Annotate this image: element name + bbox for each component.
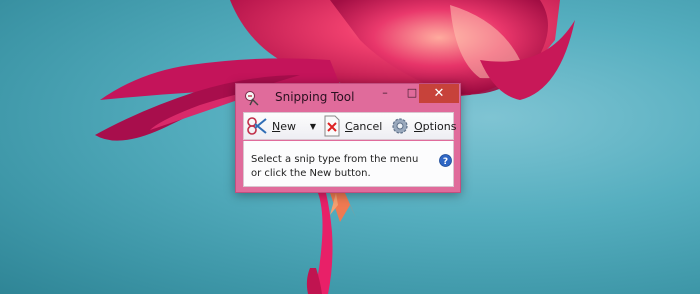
snipping-tool-window: Snipping Tool – □ ✕ New ▼ Cancel Options… bbox=[235, 83, 461, 193]
svg-text:?: ? bbox=[443, 157, 448, 167]
message-area: Select a snip type from the menu or clic… bbox=[243, 141, 454, 187]
minimize-button[interactable]: – bbox=[372, 85, 398, 103]
title-bar[interactable]: Snipping Tool – □ ✕ bbox=[236, 84, 460, 110]
new-button[interactable]: New bbox=[246, 113, 296, 139]
close-button[interactable]: ✕ bbox=[419, 84, 459, 103]
cancel-x-icon bbox=[324, 115, 340, 137]
gear-icon bbox=[392, 118, 408, 134]
options-button-label: Options bbox=[414, 119, 457, 133]
message-line-1: Select a snip type from the menu bbox=[251, 154, 419, 165]
snipping-tool-icon bbox=[245, 91, 259, 106]
options-button[interactable]: Options bbox=[390, 113, 456, 139]
toolbar: New ▼ Cancel Options bbox=[243, 112, 456, 140]
help-icon[interactable]: ? bbox=[439, 154, 452, 167]
window-title: Snipping Tool bbox=[275, 90, 355, 104]
new-button-label: New bbox=[272, 119, 296, 133]
new-dropdown-arrow[interactable]: ▼ bbox=[307, 113, 319, 139]
cancel-button-label: Cancel bbox=[345, 119, 383, 133]
instruction-message: Select a snip type from the menu or clic… bbox=[251, 153, 431, 181]
desktop-wallpaper: Snipping Tool – □ ✕ New ▼ Cancel Options… bbox=[0, 0, 700, 294]
cancel-button[interactable]: Cancel bbox=[323, 113, 382, 139]
message-line-2: or click the New button. bbox=[251, 168, 371, 179]
scissors-icon bbox=[247, 117, 267, 135]
